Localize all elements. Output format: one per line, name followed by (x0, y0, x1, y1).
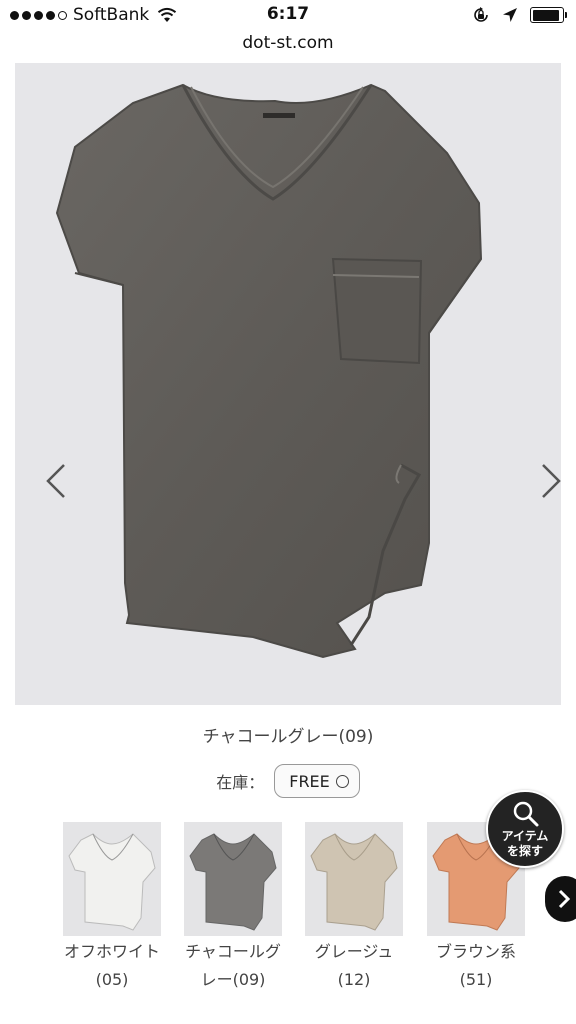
variant-name-continued: レー(09) (168, 966, 298, 994)
selected-color-name: チャコールグレー(09) (202, 727, 374, 747)
carrier-name: SoftBank (73, 5, 150, 25)
search-fab-line2: を探す (506, 844, 543, 858)
signal-strength-icon (10, 10, 67, 20)
tshirt-thumbnail (189, 833, 277, 931)
tshirt-thumbnail (310, 833, 398, 931)
variant-name: ブラウン系 (435, 942, 516, 961)
color-variant-label-offwhite[interactable]: オフホワイト (05) (47, 938, 177, 994)
variant-code: (51) (459, 970, 493, 989)
status-right (472, 5, 567, 25)
thumbnails-next-button[interactable] (545, 876, 576, 922)
prev-image-chevron-left-icon[interactable] (42, 459, 72, 503)
search-fab-label: アイテム を探す (488, 829, 562, 859)
variant-code: (05) (95, 970, 129, 989)
in-stock-circle-icon (335, 774, 349, 788)
tshirt-thumbnail (68, 833, 156, 931)
location-arrow-icon (503, 8, 517, 22)
tshirt-photo (55, 83, 483, 659)
variant-name: チャコールグ (185, 942, 281, 961)
color-variant-label-greige[interactable]: グレージュ (12) (289, 938, 419, 994)
url-bar[interactable]: dot-st.com (0, 28, 576, 62)
color-variant-label-charcoal[interactable]: チャコールグ レー(09) (168, 938, 298, 994)
item-search-button[interactable]: アイテム を探す (486, 790, 564, 868)
color-thumbnail-charcoal[interactable] (184, 822, 282, 936)
size-label: FREE (289, 771, 330, 791)
color-variant-label-brown[interactable]: ブラウン系 (51) (411, 938, 541, 994)
chevron-right-icon (558, 889, 571, 909)
battery-icon (530, 7, 567, 23)
color-thumbnail-offwhite[interactable] (63, 822, 161, 936)
size-option-button[interactable]: FREE (274, 764, 360, 798)
search-fab-line1: アイテム (501, 829, 549, 843)
color-thumbnail-greige[interactable] (305, 822, 403, 936)
magnifier-icon (513, 801, 539, 827)
stock-row: 在庫： FREE (0, 764, 576, 798)
variant-name-2: レー (200, 970, 233, 989)
variant-name: オフホワイト (63, 942, 160, 961)
rotation-lock-icon (474, 7, 488, 22)
variant-code: (12) (337, 970, 371, 989)
status-left: SoftBank (10, 4, 177, 26)
next-image-chevron-right-icon[interactable] (535, 459, 561, 503)
product-image[interactable] (15, 63, 561, 705)
variant-code: (09) (232, 970, 266, 989)
stock-label: 在庫： (216, 773, 265, 792)
wifi-icon (158, 7, 177, 22)
status-bar: SoftBank 6:17 (0, 0, 576, 30)
variant-name: グレージュ (314, 942, 394, 961)
